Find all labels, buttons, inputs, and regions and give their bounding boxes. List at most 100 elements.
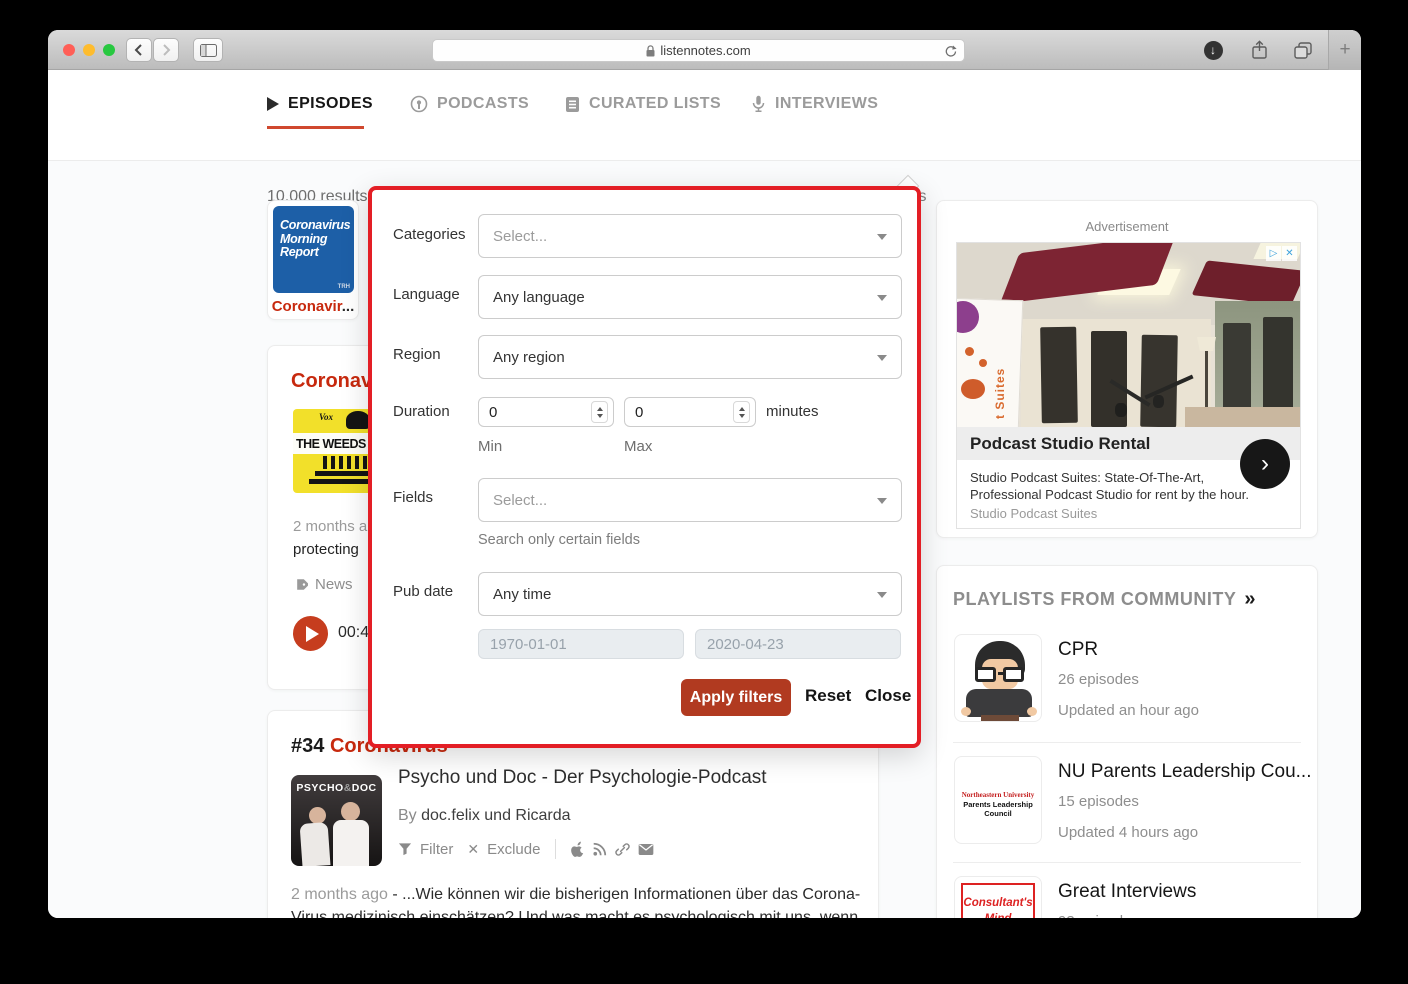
- curated-list-icon: [565, 96, 580, 113]
- playlist-name[interactable]: NU Parents Leadership Cou...: [1058, 761, 1311, 783]
- region-value: Any region: [493, 349, 565, 366]
- artwork-text: Northeastern University: [955, 791, 1041, 799]
- duration-min-value: 0: [489, 404, 497, 421]
- playlist-name[interactable]: CPR: [1058, 639, 1098, 661]
- tag-news[interactable]: News: [315, 576, 353, 593]
- adchoices-icon[interactable]: ▷: [1266, 246, 1281, 261]
- date-to-input[interactable]: 2020-04-23: [695, 629, 901, 659]
- show-tabs-button[interactable]: [1286, 30, 1320, 70]
- capitol-dome-shape: [346, 411, 370, 429]
- plus-icon: +: [1339, 39, 1350, 61]
- podcast-artwork: Coronavirus Morning Report TRH: [273, 206, 354, 293]
- podcast-result-card[interactable]: Coronavirus Morning Report TRH Coronavir…: [267, 200, 359, 320]
- duration-min-input[interactable]: 0: [478, 397, 614, 427]
- back-button[interactable]: [126, 38, 152, 62]
- exclude-action[interactable]: Exclude: [487, 841, 540, 858]
- tab-episodes[interactable]: EPISODES: [267, 95, 373, 113]
- artwork-text: Coronavirus: [280, 219, 350, 233]
- downloads-button[interactable]: ↓: [1196, 30, 1230, 70]
- mail-icon[interactable]: [638, 843, 654, 856]
- double-chevron-icon[interactable]: »: [1244, 588, 1253, 610]
- play-episode-button[interactable]: [293, 616, 328, 651]
- glasses-icon: [1003, 667, 1024, 682]
- language-select[interactable]: Any language: [478, 275, 902, 319]
- artwork-text: Parents Leadership Council: [955, 800, 1041, 818]
- reload-button[interactable]: [944, 44, 957, 58]
- ad-cta-button[interactable]: ›: [1240, 439, 1290, 489]
- filter-action[interactable]: Filter: [420, 841, 453, 858]
- address-bar[interactable]: listennotes.com: [432, 39, 965, 62]
- minimize-window-button[interactable]: [83, 44, 95, 56]
- sidebar-toggle-button[interactable]: [193, 38, 223, 62]
- link-icon[interactable]: [615, 842, 630, 857]
- site-nav: EPISODES PODCASTS CURATED LISTS: [48, 70, 1361, 161]
- episode-artwork: Vox THE WEEDS: [293, 409, 373, 493]
- fields-placeholder: Select...: [493, 492, 547, 509]
- region-select[interactable]: Any region: [478, 335, 902, 379]
- lock-icon: [646, 45, 655, 57]
- stepper-control[interactable]: [733, 401, 750, 423]
- apple-icon[interactable]: [571, 841, 585, 857]
- person-shape: [309, 807, 326, 824]
- tab-interviews-label: INTERVIEWS: [775, 95, 878, 113]
- categories-select[interactable]: Select...: [478, 214, 902, 258]
- playlists-title: PLAYLISTS FROM COMMUNITY»: [953, 588, 1253, 611]
- chevron-down-icon: [877, 592, 887, 598]
- podcast-title-link[interactable]: Psycho und Doc - Der Psychologie-Podcast: [398, 767, 767, 789]
- url-text: listennotes.com: [660, 43, 750, 58]
- avatar-hand-shape: [961, 707, 971, 716]
- tabs-overview-icon: [1294, 42, 1312, 59]
- playlist-name[interactable]: Great Interviews: [1058, 881, 1196, 903]
- artwork-text: Morning: [280, 233, 350, 247]
- glasses-icon: [998, 672, 1004, 675]
- forward-button[interactable]: [153, 38, 179, 62]
- tab-podcasts-label: PODCASTS: [437, 95, 529, 113]
- sidebar-icon: [200, 44, 217, 57]
- close-button[interactable]: Close: [865, 686, 911, 706]
- date-from-input[interactable]: 1970-01-01: [478, 629, 684, 659]
- episode-description: 2 months ago - ...Wie können wir die bis…: [291, 883, 861, 918]
- podcast-title-link[interactable]: Coronavir...: [268, 298, 358, 315]
- banner-dot-shape: [965, 347, 974, 356]
- rss-icon[interactable]: [593, 842, 607, 856]
- duration-max-input[interactable]: 0: [624, 397, 756, 427]
- playlist-updated: Updated 4 hours ago: [1058, 824, 1198, 841]
- publisher-name[interactable]: doc.felix und Ricarda: [421, 807, 570, 824]
- apply-filters-button[interactable]: Apply filters: [681, 679, 791, 716]
- new-tab-button[interactable]: +: [1328, 30, 1361, 70]
- duration-max-value: 0: [635, 404, 643, 421]
- artwork-text: Mind: [963, 913, 1033, 918]
- dark-panel-shape: [1140, 335, 1178, 427]
- language-label: Language: [393, 286, 460, 303]
- reset-button[interactable]: Reset: [805, 686, 851, 706]
- episode-date-fragment: 2 months a: [293, 518, 367, 535]
- close-window-button[interactable]: [63, 44, 75, 56]
- ad-unit[interactable]: t Suites ▷ ✕ Podcast Studio Rental Studi…: [956, 242, 1301, 529]
- ad-close-icon[interactable]: ✕: [1282, 246, 1297, 261]
- filter-panel: Categories Select... Language Any langua…: [368, 186, 921, 748]
- language-value: Any language: [493, 289, 585, 306]
- chevron-left-icon: [133, 43, 145, 57]
- chevron-down-icon: [877, 355, 887, 361]
- tab-interviews[interactable]: INTERVIEWS: [751, 95, 878, 113]
- publisher-line: By doc.felix und Ricarda: [398, 807, 571, 825]
- stepper-control[interactable]: [591, 401, 608, 423]
- capitol-base-shape: [315, 471, 373, 476]
- capitol-columns-shape: [323, 456, 371, 469]
- fields-select[interactable]: Select...: [478, 478, 902, 522]
- episode-title-link[interactable]: Coronav: [291, 370, 372, 393]
- ad-headline[interactable]: Podcast Studio Rental: [957, 434, 1150, 454]
- chevron-right-icon: [160, 43, 172, 57]
- reload-icon: [944, 44, 957, 58]
- tab-podcasts[interactable]: PODCASTS: [410, 95, 529, 113]
- episode-artwork: PSYCHO&DOC: [291, 775, 382, 866]
- tab-curated-lists[interactable]: CURATED LISTS: [565, 95, 721, 113]
- pubdate-select[interactable]: Any time: [478, 572, 902, 616]
- max-label: Max: [624, 438, 652, 455]
- zoom-window-button[interactable]: [103, 44, 115, 56]
- funnel-icon: [398, 842, 412, 856]
- pubdate-value: Any time: [493, 586, 551, 603]
- share-button[interactable]: [1242, 30, 1276, 70]
- playlist-episode-count: 26 episodes: [1058, 671, 1139, 688]
- playlists-card: PLAYLISTS FROM COMMUNITY» CPR 26 episode…: [936, 565, 1318, 918]
